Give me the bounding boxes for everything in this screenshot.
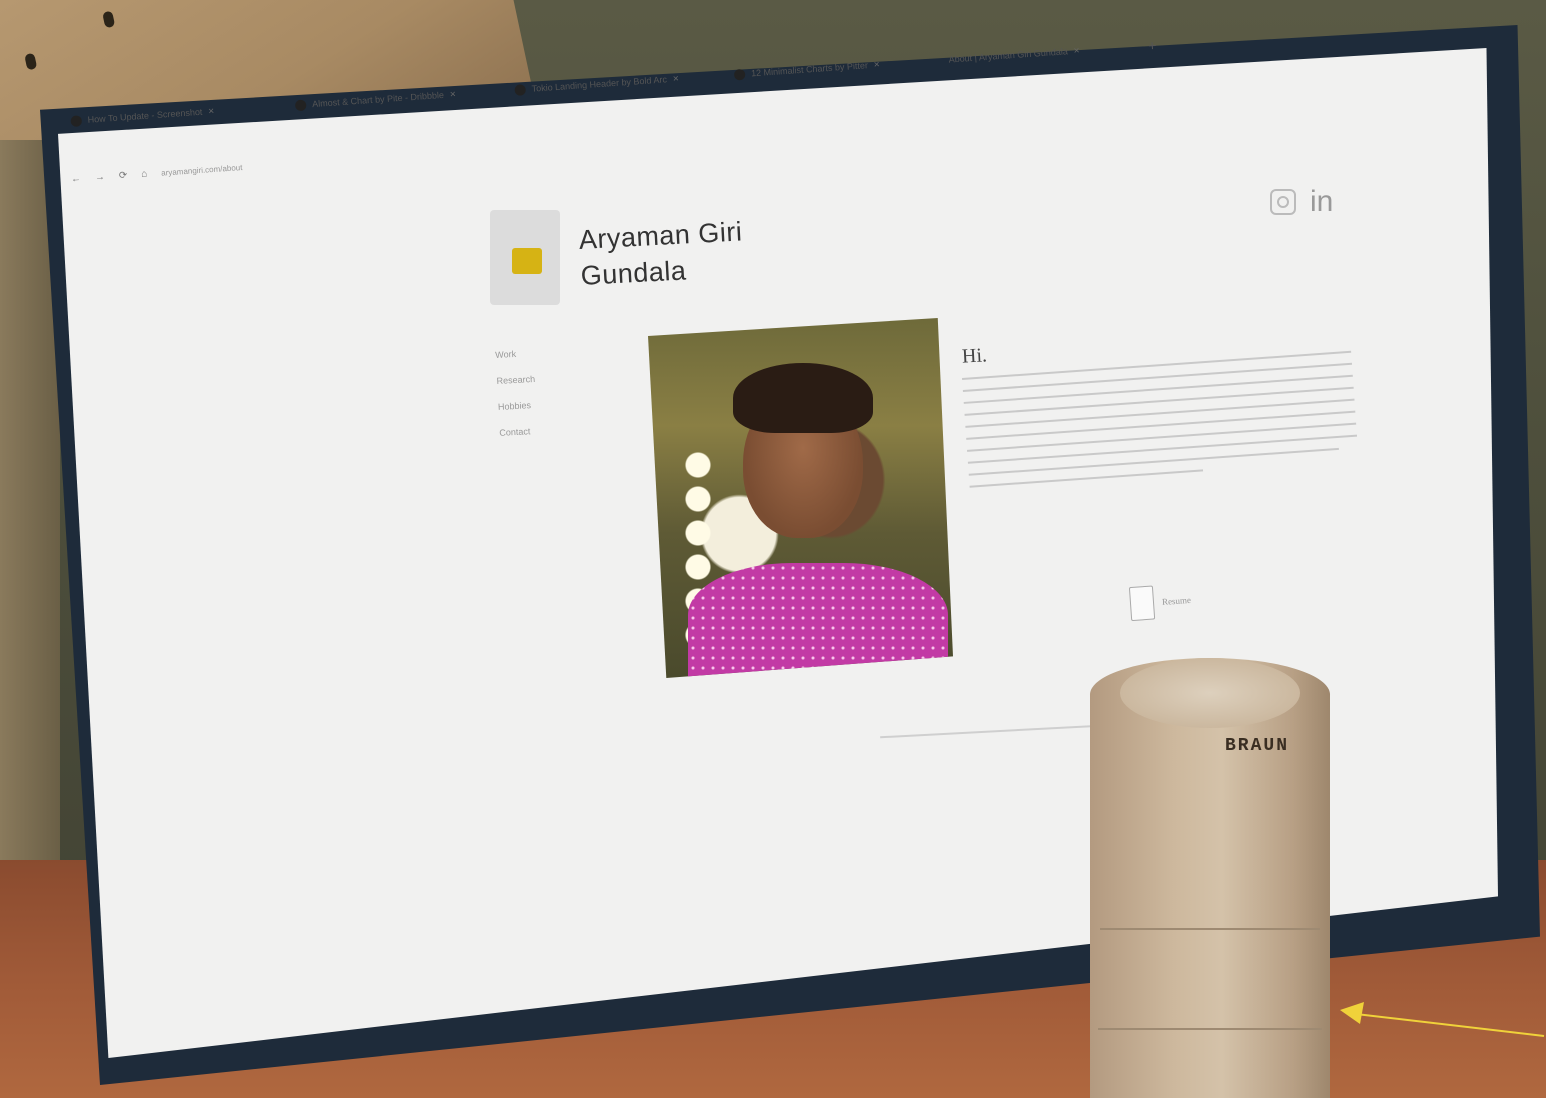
favicon-icon bbox=[294, 99, 307, 111]
site-title: Aryaman Giri Gundala bbox=[578, 216, 744, 291]
greeting-heading: Hi. bbox=[961, 344, 988, 368]
back-icon[interactable]: ← bbox=[71, 173, 82, 185]
close-icon[interactable]: × bbox=[1073, 45, 1080, 56]
favicon-icon bbox=[70, 114, 83, 127]
arrow-line bbox=[1355, 1013, 1545, 1037]
close-icon[interactable]: × bbox=[208, 105, 215, 116]
logo-mark bbox=[512, 248, 542, 274]
nav-item-contact[interactable]: Contact bbox=[499, 426, 538, 438]
browser-tab[interactable]: 12 Minimalist Charts by Pitter × bbox=[733, 53, 880, 85]
home-icon[interactable]: ⌂ bbox=[141, 168, 148, 179]
seam bbox=[1098, 1028, 1322, 1030]
close-icon[interactable]: × bbox=[673, 73, 680, 84]
braun-logo: BRAUN bbox=[1225, 736, 1290, 756]
new-tab-button[interactable]: + bbox=[1147, 34, 1157, 57]
annotation-arrow bbox=[1340, 1002, 1545, 1037]
hair bbox=[733, 363, 873, 433]
forward-icon[interactable]: → bbox=[95, 171, 106, 183]
seam bbox=[1100, 928, 1320, 930]
social-links: in bbox=[1270, 185, 1333, 219]
favicon-icon bbox=[514, 83, 527, 96]
reload-icon[interactable]: ⟳ bbox=[118, 170, 127, 182]
nav-item-hobbies[interactable]: Hobbies bbox=[498, 400, 537, 412]
braun-top bbox=[1120, 658, 1300, 728]
close-icon[interactable]: × bbox=[450, 89, 457, 100]
pdf-icon bbox=[1128, 585, 1156, 622]
profile-photo bbox=[648, 318, 953, 678]
browser-tab[interactable]: Tokio Landing Header by Bold Arc × bbox=[514, 67, 680, 100]
browser-tab-active[interactable]: About | Aryaman Giri Gundala × bbox=[948, 39, 1080, 70]
nav-item-research[interactable]: Research bbox=[496, 374, 535, 386]
linkedin-icon[interactable]: in bbox=[1310, 185, 1333, 219]
favicon-icon bbox=[733, 68, 746, 81]
url-field[interactable]: aryamangiri.com/about bbox=[161, 162, 243, 177]
arrow-head-icon bbox=[1340, 1002, 1364, 1024]
nav-item-work[interactable]: Work bbox=[495, 348, 534, 360]
site-nav: Work Research Hobbies Contact bbox=[495, 348, 539, 454]
site-logo[interactable] bbox=[490, 210, 560, 305]
resume-link[interactable]: Resume bbox=[1128, 583, 1192, 622]
braun-object: BRAUN bbox=[1090, 658, 1330, 1098]
instagram-icon[interactable] bbox=[1270, 189, 1296, 215]
close-icon[interactable]: × bbox=[873, 59, 880, 70]
